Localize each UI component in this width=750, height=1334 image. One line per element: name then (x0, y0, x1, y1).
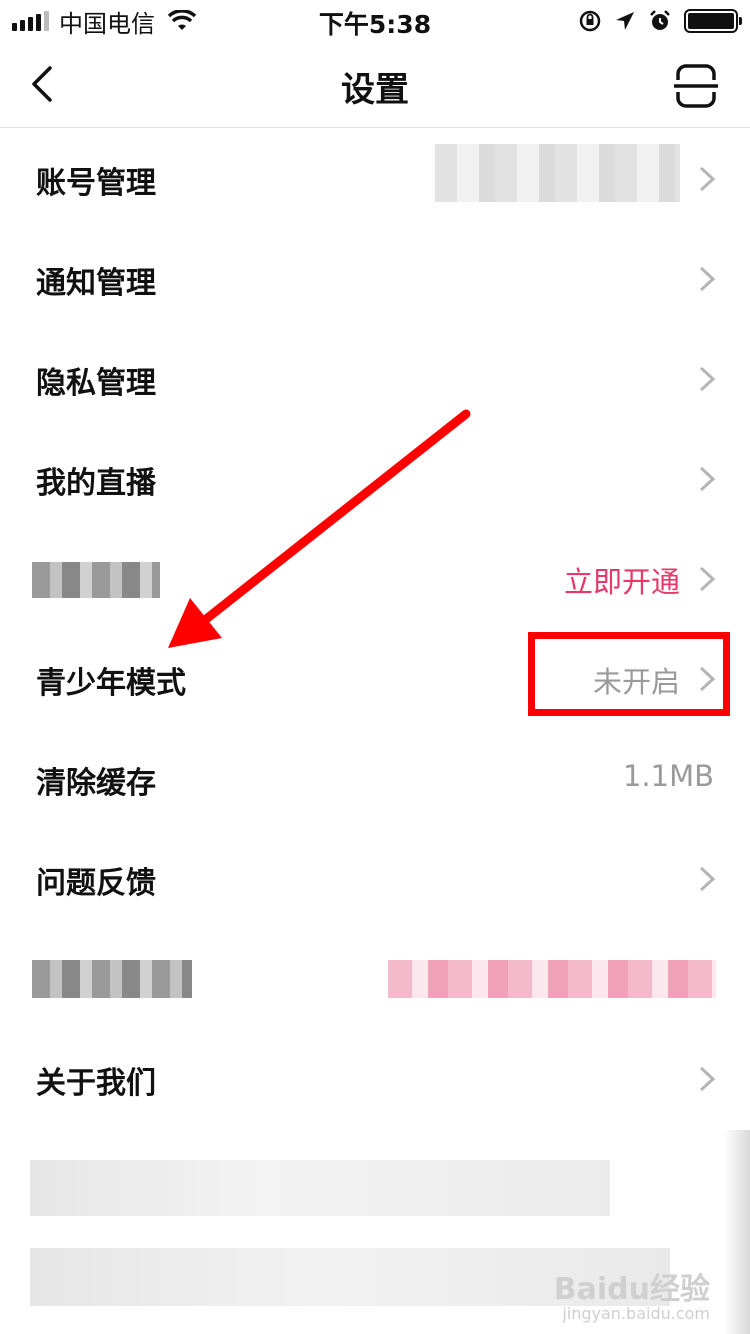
page-title: 设置 (341, 70, 409, 110)
chevron-right-icon (699, 166, 716, 192)
row-label: 问题反馈 (36, 866, 156, 901)
cache-size: 1.1MB (622, 759, 714, 793)
chevron-right-icon (699, 566, 716, 592)
redacted-label (32, 562, 160, 598)
row-label: 通知管理 (36, 266, 156, 301)
chevron-right-icon (699, 466, 716, 492)
annotation-highlight-box (528, 632, 730, 716)
row-label: 隐私管理 (36, 366, 156, 401)
row-label: 我的直播 (36, 466, 156, 501)
row-privacy-management[interactable]: 隐私管理 (0, 328, 750, 428)
nav-bar: 设置 (0, 40, 750, 128)
row-feedback[interactable]: 问题反馈 (0, 828, 750, 928)
row-clear-cache[interactable]: 清除缓存 1.1MB (0, 728, 750, 828)
row-my-live[interactable]: 我的直播 (0, 428, 750, 528)
redacted-footer-line (30, 1160, 610, 1216)
row-membership[interactable]: 立即开通 (0, 528, 750, 628)
chevron-right-icon (699, 1066, 716, 1092)
row-notification-management[interactable]: 通知管理 (0, 228, 750, 328)
watermark: Baidu经验 (553, 1272, 710, 1307)
chevron-right-icon (699, 366, 716, 392)
row-redacted[interactable] (0, 928, 750, 1028)
row-label: 清除缓存 (36, 766, 156, 801)
watermark-url: jingyan.baidu.com (562, 1304, 710, 1323)
open-now-link[interactable]: 立即开通 (564, 559, 680, 601)
redacted-label (32, 960, 192, 998)
row-label: 青少年模式 (36, 666, 186, 701)
row-label: 账号管理 (36, 166, 156, 201)
alarm-icon (650, 10, 670, 30)
status-bar: 中国电信 下午5:38 (0, 0, 750, 40)
row-about-us[interactable]: 关于我们 (0, 1028, 750, 1128)
scroll-shade (724, 1130, 750, 1334)
row-account-management[interactable]: 账号管理 (0, 128, 750, 228)
chevron-right-icon (699, 266, 716, 292)
scan-icon[interactable] (672, 62, 720, 110)
battery-icon (684, 9, 742, 33)
settings-list: 账号管理 通知管理 隐私管理 我的直播 立即开通 青少年模式 未开启 清除缓存 … (0, 128, 750, 1128)
location-icon (616, 12, 634, 30)
redacted-value (388, 960, 716, 998)
chevron-right-icon (699, 866, 716, 892)
row-label: 关于我们 (36, 1066, 156, 1101)
rotation-lock-icon (579, 10, 601, 32)
redacted-value (435, 144, 680, 202)
